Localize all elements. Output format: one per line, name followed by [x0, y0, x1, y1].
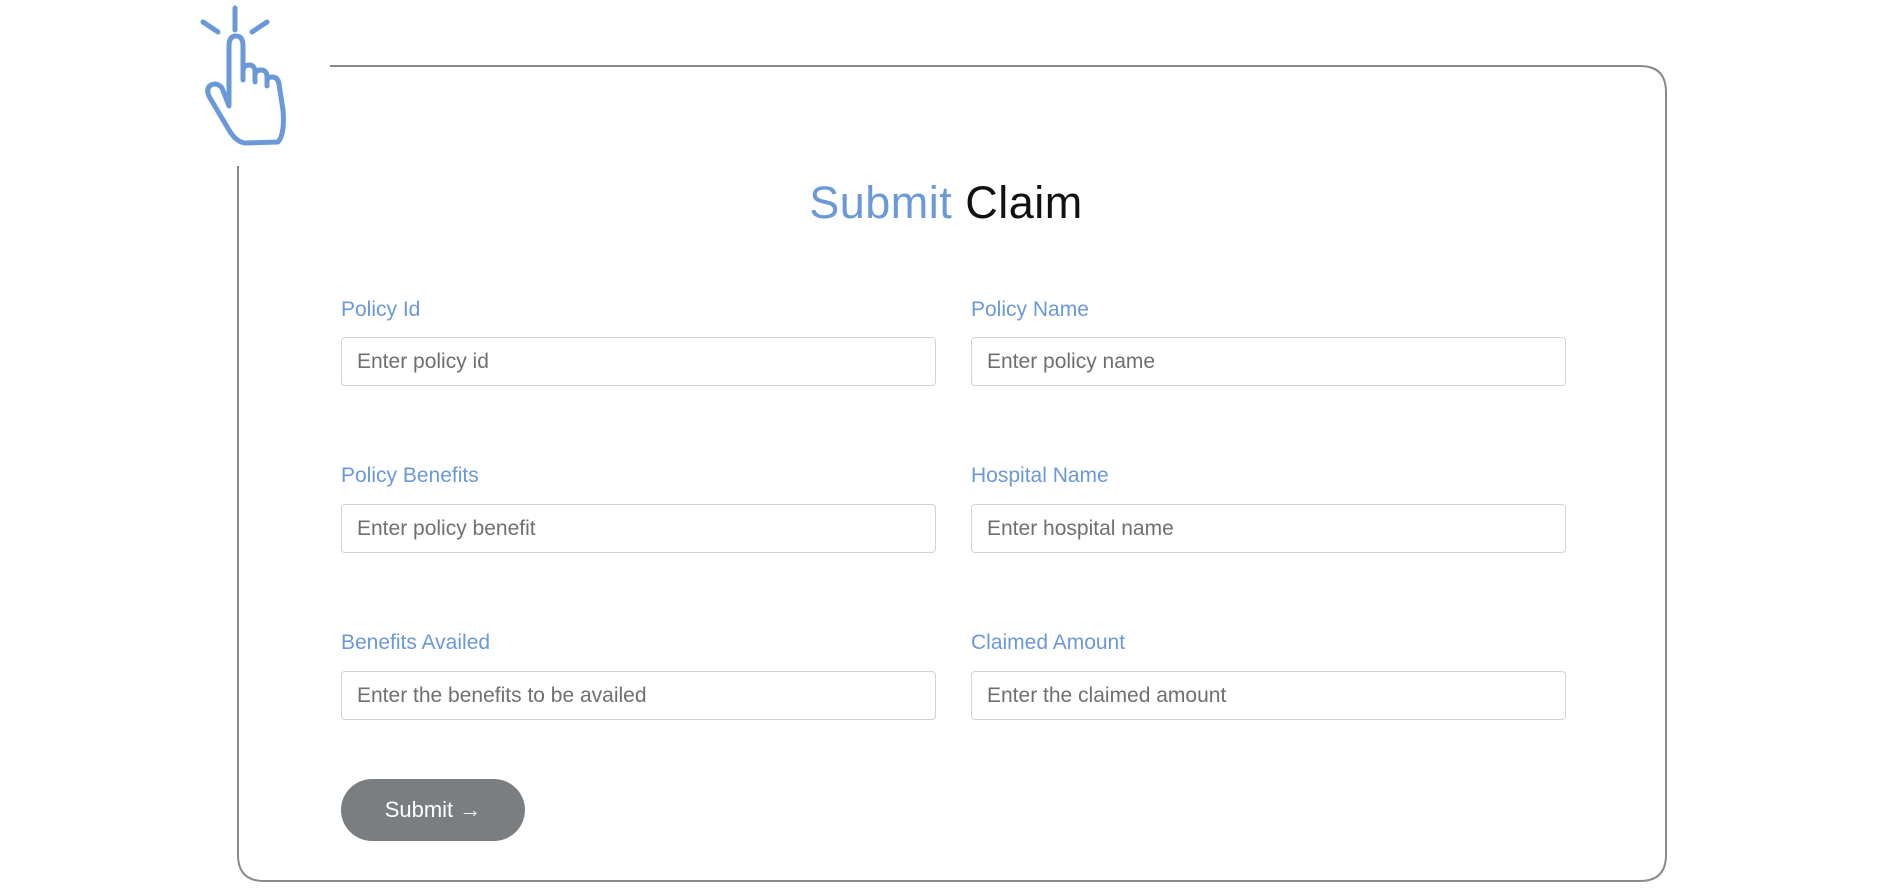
page-title: Submit Claim — [0, 175, 1892, 231]
claimed-amount-input[interactable] — [971, 671, 1566, 720]
policy-id-label: Policy Id — [341, 298, 421, 321]
pointing-hand-click-icon — [200, 5, 286, 146]
policy-name-input[interactable] — [971, 337, 1566, 386]
hospital-name-input[interactable] — [971, 504, 1566, 553]
policy-name-label: Policy Name — [971, 298, 1089, 321]
policy-benefits-label: Policy Benefits — [341, 464, 479, 487]
submit-button[interactable]: Submit → — [341, 779, 525, 841]
submit-claim-page: Submit Claim Policy Id Policy Name Polic… — [0, 0, 1892, 893]
policy-benefits-input[interactable] — [341, 504, 936, 553]
claimed-amount-label: Claimed Amount — [971, 631, 1126, 654]
title-accent: Submit — [809, 177, 953, 228]
benefits-availed-input[interactable] — [341, 671, 936, 720]
policy-id-input[interactable] — [341, 337, 936, 386]
hospital-name-label: Hospital Name — [971, 464, 1109, 487]
title-rest: Claim — [965, 177, 1083, 228]
benefits-availed-label: Benefits Availed — [341, 631, 491, 654]
